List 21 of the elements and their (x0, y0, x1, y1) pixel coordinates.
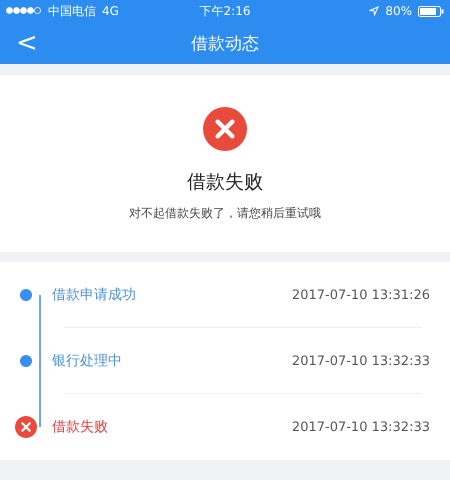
timeline-dot-icon (20, 355, 32, 367)
error-icon (203, 107, 247, 151)
battery-icon (418, 6, 444, 16)
page-title: 借款动态 (191, 32, 259, 54)
error-icon (15, 416, 37, 438)
signal-icon (6, 6, 42, 16)
timeline-dot-icon (20, 289, 32, 301)
location-icon (369, 6, 380, 16)
battery-text: 80% (385, 4, 412, 18)
step-time: 2017-07-10 13:31:26 (292, 288, 430, 302)
result-title: 借款失败 (187, 170, 263, 195)
back-button[interactable]: < (10, 28, 44, 58)
step-time: 2017-07-10 13:32:33 (292, 420, 430, 434)
step-label: 借款失败 (52, 418, 109, 436)
network-text: 4G (102, 4, 119, 18)
clock-text: 下午2:16 (200, 2, 250, 20)
step-label: 银行处理中 (52, 352, 123, 370)
carrier-text: 中国电信 (48, 2, 96, 20)
result-message: 对不起借款失败了，请您稍后重试哦 (129, 205, 321, 222)
step-label: 借款申请成功 (52, 286, 137, 304)
step-time: 2017-07-10 13:32:33 (292, 354, 430, 368)
